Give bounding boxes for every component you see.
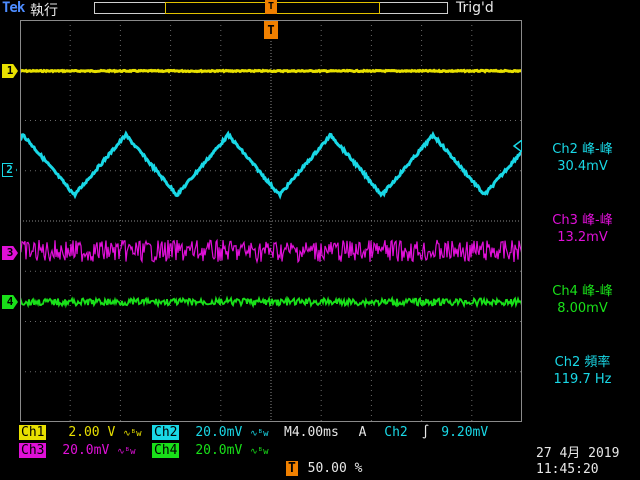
- date: 27 4月 2019: [536, 446, 620, 461]
- ch2-label: Ch2: [152, 425, 180, 440]
- trigger-position-readout[interactable]: T 50.00 %: [286, 461, 362, 477]
- measurement-4: Ch2 頻率 119.7 Hz: [525, 354, 640, 388]
- trigger-status: Trig'd: [456, 0, 494, 16]
- ch3-trace: [20, 238, 522, 265]
- measurement-3-label: Ch4 峰-峰: [552, 284, 613, 299]
- ch4-trace: [20, 295, 522, 309]
- measurement-1-value: 30.4mV: [557, 159, 608, 174]
- measurement-3-value: 8.00mV: [557, 301, 608, 316]
- ch1-trace: [20, 68, 522, 74]
- time: 11:45:20: [536, 462, 599, 477]
- ch2-trigger-level-icon: [512, 140, 522, 152]
- trigger-level: 9.20mV: [441, 425, 489, 440]
- ch1-marker[interactable]: 1: [2, 64, 18, 78]
- ch3-marker[interactable]: 3: [2, 246, 18, 260]
- brand-logo: Tek: [2, 0, 25, 16]
- trigger-source: Ch2: [384, 425, 408, 440]
- trigger-slope-icon: ∫: [421, 425, 430, 440]
- measurement-1: Ch2 峰-峰 30.4mV: [525, 141, 640, 175]
- ch1-scale: 2.00 V: [68, 425, 116, 440]
- measurement-2: Ch3 峰-峰 13.2mV: [525, 212, 640, 246]
- ch1-readout[interactable]: Ch1 2.00 V ∿ᴮw: [19, 425, 142, 442]
- trigger-mode: A: [358, 425, 367, 440]
- scope-display[interactable]: [20, 20, 522, 422]
- ch4-scale: 20.0mV: [195, 443, 243, 458]
- timebase-readout[interactable]: M4.00ms A Ch2 ∫ 9.20mV: [284, 425, 488, 441]
- ch3-scale: 20.0mV: [62, 443, 110, 458]
- ch3-coupling-icon: ∿ᴮw: [117, 447, 136, 457]
- measurement-3: Ch4 峰-峰 8.00mV: [525, 283, 640, 317]
- ch4-readout[interactable]: Ch4 20.0mV ∿ᴮw: [152, 443, 269, 460]
- ch2-marker[interactable]: 2: [2, 163, 17, 177]
- ch1-coupling-icon: ∿ᴮw: [123, 429, 142, 439]
- ch3-readout[interactable]: Ch3 20.0mV ∿ᴮw: [19, 443, 136, 460]
- trigger-position-marker-top: T: [265, 0, 277, 14]
- ch4-label: Ch4: [152, 443, 180, 458]
- trigger-position-marker: T: [264, 21, 278, 39]
- trigger-position: 50.00 %: [307, 461, 363, 476]
- trigger-position-icon: T: [286, 461, 298, 476]
- measurement-4-label: Ch2 頻率: [554, 355, 611, 370]
- ch1-label: Ch1: [19, 425, 47, 440]
- ch2-scale: 20.0mV: [195, 425, 243, 440]
- run-state: 執行: [30, 3, 58, 19]
- measurement-2-label: Ch3 峰-峰: [552, 213, 613, 228]
- ch2-coupling-icon: ∿ᴮw: [250, 429, 269, 439]
- graticule: [20, 20, 522, 422]
- ch4-coupling-icon: ∿ᴮw: [250, 447, 269, 457]
- measurement-1-label: Ch2 峰-峰: [552, 142, 613, 157]
- measurement-2-value: 13.2mV: [557, 230, 608, 245]
- ch3-label: Ch3: [19, 443, 47, 458]
- ch2-readout[interactable]: Ch2 20.0mV ∿ᴮw: [152, 425, 269, 442]
- measurement-4-value: 119.7 Hz: [553, 372, 612, 387]
- ch4-marker[interactable]: 4: [2, 295, 18, 309]
- timebase: M4.00ms: [284, 425, 339, 440]
